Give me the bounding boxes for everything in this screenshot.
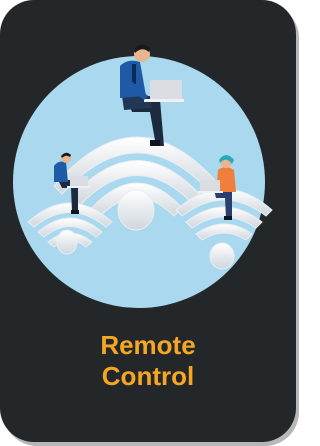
tile-label-line2: Control [101, 361, 195, 391]
remote-workers-wifi-illustration [13, 44, 273, 308]
tile-label: Remote Control [0, 330, 296, 392]
tile-label-line1: Remote [100, 330, 196, 360]
remote-control-tile[interactable]: Remote Control [0, 0, 296, 442]
